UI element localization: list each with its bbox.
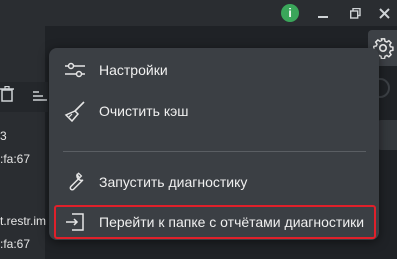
menu-item-label: Очистить кэш [99, 103, 189, 119]
list-item: 3 [0, 129, 7, 143]
menu-item-settings[interactable]: Настройки [57, 52, 371, 88]
menu-item-open-reports-folder[interactable]: Перейти к папке с отчётами диагностики [54, 205, 376, 239]
menu-item-clear-cache[interactable]: Очистить кэш [57, 93, 371, 129]
sort-icon[interactable] [33, 89, 47, 107]
trash-icon[interactable] [0, 85, 14, 107]
menu-item-label: Запустить диагностику [99, 174, 248, 190]
settings-menu: Настройки Очистить кэш Запустить диагнос… [49, 48, 379, 240]
minimize-button[interactable] [314, 4, 332, 22]
sliders-icon [62, 57, 88, 83]
restore-button[interactable] [346, 4, 364, 22]
close-icon [378, 7, 390, 19]
list-item: :fa:67 [0, 237, 31, 251]
menu-item-run-diagnostics[interactable]: Запустить диагностику [57, 164, 371, 200]
list-item: t.restr.im [0, 214, 47, 228]
close-button[interactable] [375, 4, 393, 22]
folder-export-icon [62, 209, 88, 235]
side-panel-edge [377, 120, 397, 150]
list-item: :fa:67 [0, 152, 31, 166]
title-bar: i [0, 0, 397, 26]
wrench-icon [62, 169, 88, 195]
broom-icon [62, 98, 88, 124]
restore-icon [349, 7, 361, 19]
minimize-icon [318, 16, 328, 18]
menu-item-label: Перейти к папке с отчётами диагностики [99, 214, 365, 230]
info-icon[interactable]: i [281, 4, 299, 22]
menu-divider [63, 151, 366, 152]
menu-item-label: Настройки [99, 62, 168, 78]
